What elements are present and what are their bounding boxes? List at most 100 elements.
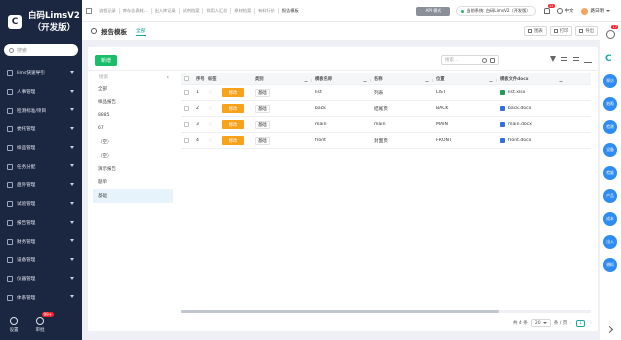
category-item[interactable]: 题单 (93, 176, 173, 189)
file-link[interactable]: main.docx (497, 122, 567, 127)
category-item[interactable]: 样品报告 (93, 95, 173, 108)
approval-button[interactable]: 99+ 审批 (28, 310, 54, 340)
user-menu[interactable]: 路日明 (580, 7, 610, 15)
shortcut-bubble[interactable]: 探访 (603, 74, 617, 88)
tab-all[interactable]: 全部 (136, 27, 146, 36)
system-selector[interactable]: 当前系统: 白码LimsV2（开发版） (456, 6, 536, 16)
notification-button[interactable]: 12 (543, 4, 555, 14)
sidebar-item-standards[interactable]: 检测标准/项目 (0, 101, 82, 120)
user-icon[interactable] (606, 30, 615, 39)
scrollbar-thumb[interactable] (181, 310, 499, 313)
nav-tab[interactable]: 原材档案 (231, 7, 256, 14)
category-item[interactable]: 8885 (93, 109, 173, 122)
edit-button[interactable]: 修改 (222, 120, 244, 129)
sidebar-item-tasks[interactable]: 任务分配 (0, 157, 82, 176)
chart-button[interactable]: 图表 (524, 26, 547, 36)
category-search-input[interactable]: 搜索 ‹ (93, 72, 173, 82)
row-checkbox[interactable] (184, 122, 189, 127)
bar-chart-icon[interactable] (584, 55, 592, 63)
chevron-right-icon[interactable] (605, 325, 614, 334)
column-header[interactable]: 位置 (433, 76, 497, 82)
sort-icon[interactable] (489, 80, 493, 82)
nav-tab[interactable]: 库存告表耗... (120, 7, 152, 14)
shortcut-bubble[interactable]: 出入 (603, 235, 617, 249)
sidebar-item-equipment[interactable]: 设备管理 (0, 251, 82, 270)
category-item[interactable]: （空） (93, 149, 173, 162)
sort-icon[interactable] (304, 80, 308, 82)
filter-icon[interactable] (550, 56, 556, 62)
sidebar-item-finance[interactable]: 财务管理 (0, 232, 82, 251)
mode-badge[interactable]: API 模式 (416, 6, 451, 16)
nav-tab[interactable]: 有料行价 (255, 7, 279, 14)
settings-button[interactable]: 设置 (2, 310, 26, 340)
category-item-active[interactable]: 基础 (93, 189, 173, 203)
sidebar-item-system[interactable]: 体系管理 (0, 288, 82, 307)
app-logo-icon[interactable]: C (605, 54, 615, 64)
category-item[interactable]: 演示报告 (93, 162, 173, 175)
shortcut-bubble[interactable]: 检量 (603, 166, 617, 180)
table-row[interactable]: 3 ☆ 修改 基础 main main MAIN main.docx (181, 117, 591, 133)
file-link[interactable]: front.docx (497, 138, 567, 143)
sidebar-search-input[interactable]: 搜索 (4, 44, 78, 56)
search-icon[interactable] (482, 58, 487, 63)
print-button[interactable]: 打印 (549, 26, 573, 36)
table-row[interactable]: 4 ☆ 修改 基础 front 封面页 FRONT front.docx (181, 133, 591, 149)
sidebar-item-hr[interactable]: 人事管理 (0, 83, 82, 102)
language-selector[interactable]: 中文 (556, 8, 574, 14)
file-link[interactable]: back.docx (497, 106, 567, 111)
table-row[interactable]: 1 ☆ 修改 基础 list 列表 LIST list.xlsx (181, 85, 591, 101)
shortcut-bubble[interactable]: 产品 (603, 189, 617, 203)
menu-toggle-icon[interactable] (86, 7, 92, 14)
sidebar-item-reports[interactable]: 报告管理 (0, 214, 82, 233)
nav-tab[interactable]: 领用人汇总 (203, 7, 232, 14)
column-header[interactable]: 模板文件docx (497, 76, 567, 82)
column-header[interactable]: 名称 (371, 76, 433, 82)
column-header[interactable]: 模板名称 (312, 76, 371, 82)
current-page[interactable]: 1 (576, 319, 586, 327)
select-all-checkbox[interactable] (184, 76, 189, 81)
table-search-input[interactable]: 搜索... (441, 55, 499, 65)
category-item[interactable]: 67 (93, 122, 173, 135)
add-button[interactable]: 新增 (95, 55, 117, 66)
sort-icon[interactable] (363, 80, 367, 82)
sidebar-item-outsource[interactable]: 盘外管理 (0, 176, 82, 195)
page-size-select[interactable]: 20 (530, 319, 551, 327)
nav-tab[interactable]: 出入库记录 (152, 7, 180, 14)
shortcut-bubble[interactable]: 拍照 (603, 97, 617, 111)
shortcut-bubble[interactable]: 借料 (603, 258, 617, 272)
file-link[interactable]: list.xlsx (497, 90, 567, 95)
star-icon[interactable]: ☆ (208, 106, 212, 112)
edit-button[interactable]: 修改 (222, 104, 244, 113)
shortcut-bubble[interactable]: 检测 (603, 120, 617, 134)
shortcut-bubble[interactable]: 成本 (603, 212, 617, 226)
row-checkbox[interactable] (184, 138, 189, 143)
sidebar-item-tests[interactable]: 试验管理 (0, 195, 82, 214)
nav-tab-active[interactable]: 报告模板 (279, 8, 302, 14)
sidebar-item-samples[interactable]: 样品管理 (0, 139, 82, 158)
refresh-icon[interactable] (91, 28, 97, 34)
prev-page-icon[interactable]: ‹ (569, 321, 571, 326)
edit-button[interactable]: 修改 (222, 136, 244, 145)
sidebar-item-lims-guide[interactable]: lims快速导引 (0, 64, 82, 83)
sidebar-item-instruments[interactable]: 仪器管理 (0, 270, 82, 289)
column-header[interactable]: 类别 (252, 76, 312, 82)
star-icon[interactable]: ☆ (208, 90, 212, 96)
sort-icon[interactable] (425, 80, 429, 82)
nav-tab[interactable]: 试剂档案 (180, 7, 204, 14)
sort-icon[interactable] (559, 80, 563, 82)
star-icon[interactable]: ☆ (208, 138, 212, 144)
collapse-icon[interactable]: ‹ (167, 74, 169, 81)
edit-button[interactable]: 修改 (222, 88, 244, 97)
row-height-icon[interactable] (560, 55, 568, 63)
row-checkbox[interactable] (184, 106, 189, 111)
horizontal-scrollbar[interactable] (181, 310, 591, 313)
nav-tab[interactable]: 流程记录 (96, 7, 120, 14)
sidebar-item-commission[interactable]: 委托管理 (0, 120, 82, 139)
category-item[interactable]: 全部 (93, 82, 173, 95)
export-button[interactable]: 导出 (575, 26, 598, 36)
advanced-search-icon[interactable] (490, 58, 495, 63)
shortcut-bubble[interactable]: 设备 (603, 143, 617, 157)
table-row[interactable]: 2 ☆ 修改 基础 back 结尾页 BACK back.docx (181, 101, 591, 117)
row-checkbox[interactable] (184, 90, 189, 95)
columns-icon[interactable] (572, 55, 580, 63)
